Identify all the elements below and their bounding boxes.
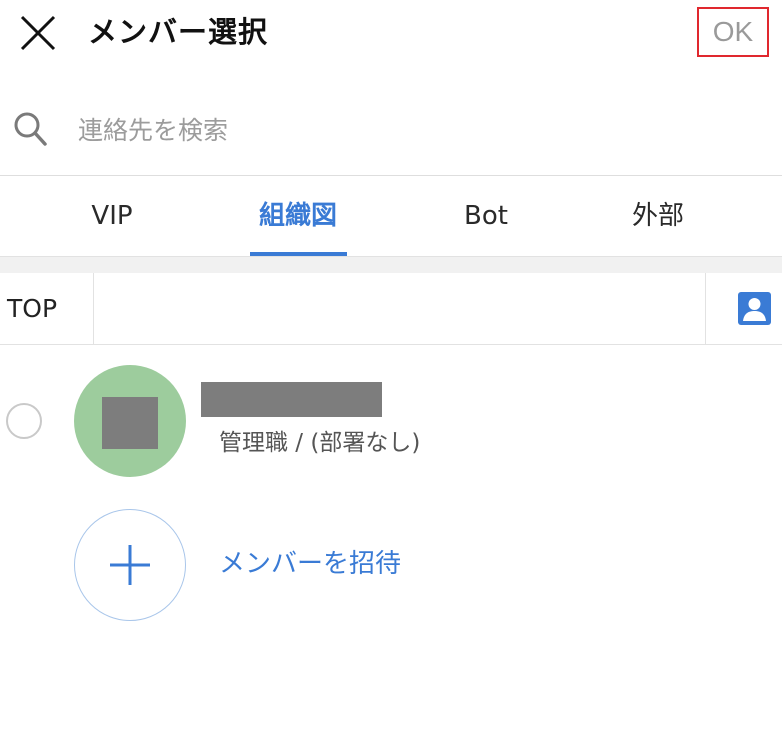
invite-circle <box>74 509 186 621</box>
tab-external[interactable]: 外部 <box>608 176 708 256</box>
section-separator <box>0 256 782 273</box>
close-icon <box>20 15 56 51</box>
contact-card-button[interactable] <box>705 273 782 345</box>
header: メンバー選択 OK <box>0 0 782 68</box>
plus-icon <box>110 545 150 585</box>
member-select-radio[interactable] <box>6 403 42 439</box>
tab-vip[interactable]: VIP <box>62 176 162 256</box>
avatar <box>74 365 186 477</box>
search-bar <box>0 96 782 168</box>
invite-member-button[interactable]: メンバーを招待 <box>0 505 782 625</box>
tab-bot[interactable]: Bot <box>436 176 536 256</box>
member-subtitle: 管理職 / (部署なし) <box>219 430 421 456</box>
avatar-redaction <box>102 397 158 449</box>
tab-org-chart[interactable]: 組織図 <box>248 176 348 256</box>
page-title: メンバー選択 <box>88 15 269 49</box>
list-item-member[interactable]: 管理職 / (部署なし) <box>0 360 782 485</box>
contact-card-icon <box>738 292 771 325</box>
member-name-redaction <box>201 382 382 417</box>
breadcrumb-top[interactable]: TOP <box>0 273 94 345</box>
invite-label: メンバーを招待 <box>219 549 402 579</box>
close-button[interactable] <box>14 10 62 56</box>
tab-bar: VIP 組織図 Bot 外部 <box>0 176 782 256</box>
ok-button[interactable]: OK <box>697 7 769 57</box>
breadcrumb: TOP <box>0 273 782 345</box>
search-icon <box>14 112 47 146</box>
search-input[interactable] <box>78 110 738 150</box>
